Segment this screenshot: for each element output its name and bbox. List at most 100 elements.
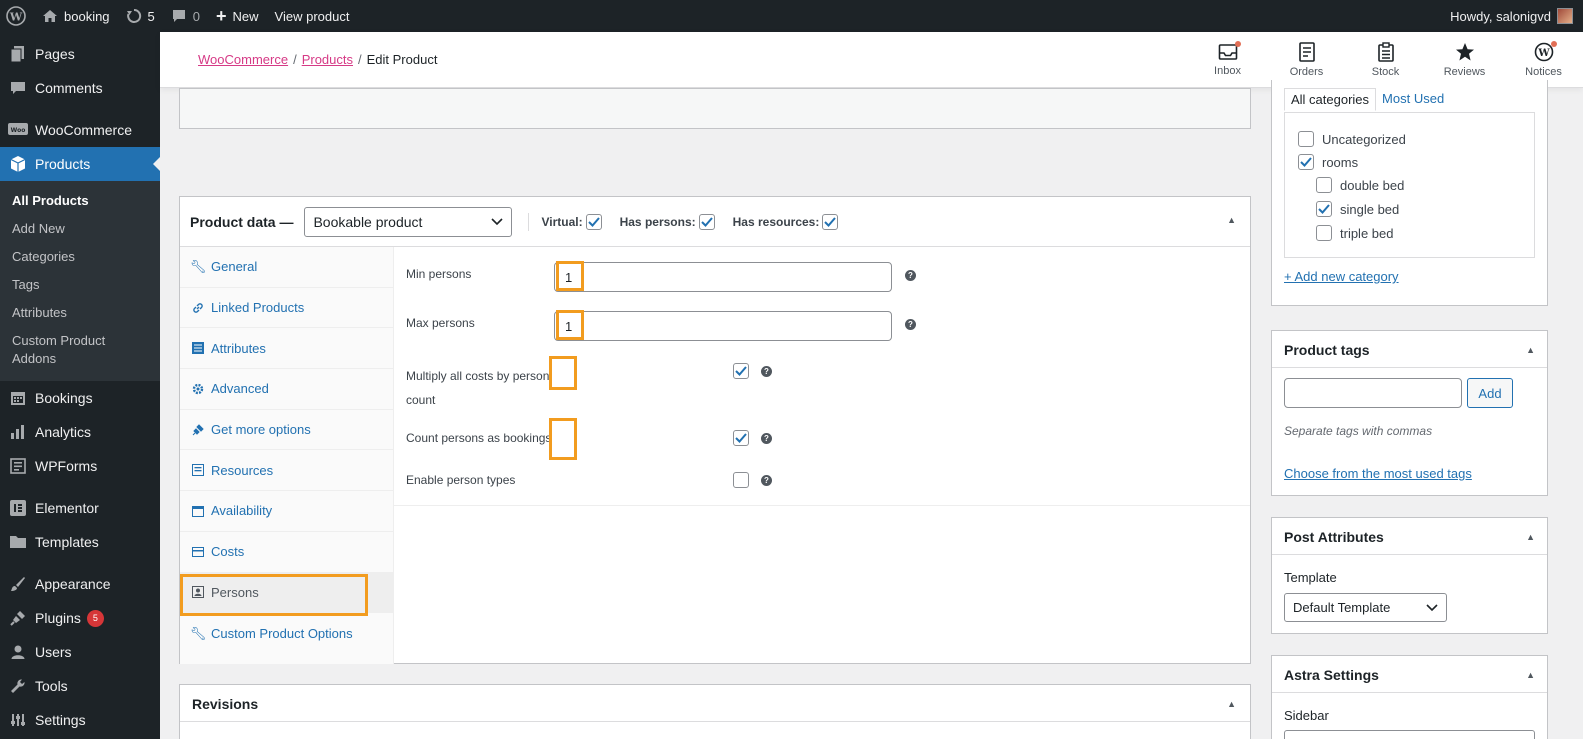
menu-appearance[interactable]: Appearance (0, 567, 160, 601)
virtual-checkbox[interactable] (585, 213, 602, 230)
tab-attributes[interactable]: Attributes (180, 328, 393, 370)
product-type-select[interactable]: Bookable product (304, 206, 513, 237)
collapse-arrow-icon[interactable]: ▲ (1526, 532, 1535, 542)
menu-bookings[interactable]: Bookings (0, 381, 160, 415)
breadcrumb-woocommerce[interactable]: WooCommerce (198, 52, 288, 67)
tab-linked-products[interactable]: Linked Products (180, 288, 393, 329)
category-triple-bed[interactable]: triple bed (1316, 225, 1393, 241)
category-checkbox[interactable] (1298, 131, 1314, 147)
category-checkbox[interactable] (1298, 154, 1314, 170)
wordpress-logo-icon[interactable]: W (0, 0, 34, 32)
view-product-link[interactable]: View product (267, 0, 358, 32)
revisions-box: Revisions ▲ (179, 684, 1251, 739)
min-persons-input[interactable]: 1 (554, 262, 892, 292)
max-persons-label: Max persons (406, 316, 475, 330)
category-uncategorized[interactable]: Uncategorized (1298, 131, 1406, 147)
my-account[interactable]: Howdy, salonigvd (1450, 8, 1583, 24)
category-double-bed[interactable]: double bed (1316, 177, 1404, 193)
list-icon (190, 342, 206, 355)
category-checkbox[interactable] (1316, 201, 1332, 217)
submenu-attributes[interactable]: Attributes (0, 299, 160, 327)
menu-wpforms[interactable]: WPForms (0, 449, 160, 483)
tab-costs[interactable]: Costs (180, 532, 393, 573)
menu-templates[interactable]: Templates (0, 525, 160, 559)
submenu-add-new[interactable]: Add New (0, 215, 160, 243)
checkmark-icon (587, 216, 600, 227)
multiply-costs-label: Multiply all costs by person count (406, 369, 550, 407)
highlight-box (556, 261, 584, 291)
category-rooms[interactable]: rooms (1298, 154, 1358, 170)
plugins-update-badge: 5 (86, 609, 104, 627)
category-checkbox[interactable] (1316, 177, 1332, 193)
add-new-category-link[interactable]: + Add new category (1284, 269, 1399, 284)
tab-advanced[interactable]: Advanced (180, 369, 393, 410)
new-tag-input[interactable] (1284, 378, 1462, 408)
star-icon (1455, 43, 1474, 61)
plug-icon (8, 608, 28, 628)
menu-settings[interactable]: Settings (0, 703, 160, 737)
tab-availability[interactable]: Availability (180, 491, 393, 532)
sidebar-label: Sidebar (1284, 708, 1329, 723)
new-content-link[interactable]: + New (208, 0, 267, 32)
category-single-bed[interactable]: single bed (1316, 201, 1399, 217)
site-name-link[interactable]: booking (34, 0, 118, 32)
collapse-arrow-icon[interactable]: ▲ (1526, 345, 1535, 355)
help-icon[interactable]: ? (905, 319, 916, 330)
tab-most-used[interactable]: Most Used (1376, 88, 1450, 111)
tab-get-more-options[interactable]: Get more options (180, 410, 393, 451)
help-icon[interactable]: ? (761, 475, 772, 486)
tab-general[interactable]: 🔧︎ General (180, 247, 393, 288)
add-tag-button[interactable]: Add (1467, 378, 1513, 408)
has-resources-checkbox[interactable] (822, 213, 839, 230)
tab-all-categories[interactable]: All categories (1284, 88, 1377, 111)
template-select[interactable]: Default Template (1284, 593, 1447, 622)
notices-notification-dot (1551, 41, 1557, 47)
collapse-arrow-icon[interactable]: ▲ (1227, 699, 1236, 709)
menu-analytics[interactable]: Analytics (0, 415, 160, 449)
menu-comments[interactable]: Comments (0, 71, 160, 105)
enable-person-types-checkbox[interactable] (733, 472, 749, 488)
checkmark-icon (1318, 204, 1330, 214)
submenu-tags[interactable]: Tags (0, 271, 160, 299)
comments-link[interactable]: 0 (163, 0, 208, 32)
user-icon (8, 642, 28, 662)
collapse-arrow-icon[interactable]: ▲ (1526, 670, 1535, 680)
admin-bar: W booking 5 0 + New View product Howdy, … (0, 0, 1583, 32)
menu-users[interactable]: Users (0, 635, 160, 669)
menu-plugins[interactable]: Plugins 5 (0, 601, 160, 635)
checkmark-icon (824, 216, 837, 227)
inbox-button[interactable]: Inbox (1188, 32, 1267, 88)
help-icon[interactable]: ? (761, 433, 772, 444)
help-icon[interactable]: ? (761, 366, 772, 377)
panel-divider (394, 505, 1250, 506)
menu-pages[interactable]: Pages (0, 37, 160, 71)
tab-resources[interactable]: Resources (180, 450, 393, 492)
wrench-icon: 🔧︎ (189, 258, 207, 274)
multiply-costs-checkbox[interactable] (733, 363, 749, 379)
help-icon[interactable]: ? (905, 270, 916, 281)
wrench-icon: 🔧︎ (189, 625, 207, 641)
sidebar-select[interactable] (1284, 730, 1535, 739)
menu-products[interactable]: Products (0, 147, 161, 181)
menu-elementor[interactable]: Elementor (0, 491, 160, 525)
inbox-notification-dot (1235, 41, 1241, 47)
collapse-arrow-icon[interactable]: ▲ (1227, 215, 1236, 225)
menu-tools[interactable]: Tools (0, 669, 160, 703)
highlight-box (180, 574, 368, 616)
submenu-categories[interactable]: Categories (0, 243, 160, 271)
breadcrumb-products[interactable]: Products (302, 52, 353, 67)
checkmark-icon (735, 433, 747, 443)
elementor-icon (8, 498, 28, 518)
submenu-all-products[interactable]: All Products (0, 187, 160, 215)
submenu-custom-product-addons[interactable]: Custom Product Addons (0, 327, 160, 373)
count-persons-checkbox[interactable] (733, 430, 749, 446)
updates-link[interactable]: 5 (118, 0, 163, 32)
category-checklist: Uncategorized rooms double bed single be… (1284, 112, 1535, 258)
max-persons-input[interactable]: 1 (554, 311, 892, 341)
choose-most-used-tags-link[interactable]: Choose from the most used tags (1284, 466, 1472, 481)
has-persons-checkbox[interactable] (698, 213, 715, 230)
menu-woocommerce[interactable]: Woo WooCommerce (0, 113, 160, 147)
category-checkbox[interactable] (1316, 225, 1332, 241)
astra-settings-title: Astra Settings (1284, 667, 1379, 683)
tab-custom-product-options[interactable]: 🔧︎ Custom Product Options (180, 613, 393, 654)
